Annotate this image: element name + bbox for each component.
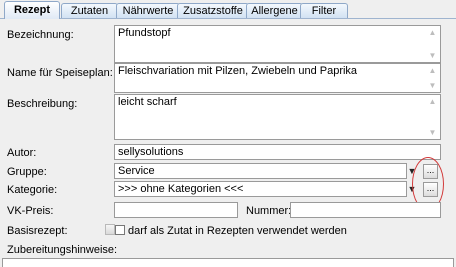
tab-allergene[interactable]: Allergene: [246, 3, 303, 19]
vkpreis-label: VK-Preis:: [7, 205, 54, 217]
bezeichnung-label: Bezeichnung:: [7, 29, 74, 41]
scroll-down-icon[interactable]: ▼: [428, 128, 437, 137]
speiseplan-label: Name für Speiseplan:: [7, 67, 113, 79]
beschreibung-field[interactable]: leicht scharf ▲ ▼: [114, 94, 441, 140]
kategorie-label: Kategorie:: [7, 184, 58, 196]
toggle-icon[interactable]: [105, 224, 115, 235]
basisrezept-checkbox[interactable]: [115, 225, 125, 235]
bezeichnung-field[interactable]: Pfundstopf ▲ ▼: [114, 25, 441, 63]
beschreibung-scrollbar[interactable]: ▲ ▼: [425, 95, 440, 139]
nummer-label: Nummer:: [246, 205, 292, 217]
basisrezept-label: Basisrezept:: [7, 225, 68, 237]
zubereitung-field[interactable]: [2, 258, 454, 267]
scroll-down-icon[interactable]: ▼: [428, 81, 437, 90]
speiseplan-field[interactable]: Fleischvariation mit Pilzen, Zwiebeln un…: [114, 63, 441, 93]
bezeichnung-scrollbar[interactable]: ▲ ▼: [425, 26, 440, 62]
tab-zusatzstoffe[interactable]: Zusatzstoffe: [177, 3, 249, 19]
zubereitung-label: Zubereitungshinweise:: [7, 244, 118, 256]
tab-naehrwerte[interactable]: Nährwerte: [116, 3, 180, 19]
scroll-down-icon[interactable]: ▼: [428, 51, 437, 60]
speiseplan-value: Fleischvariation mit Pilzen, Zwiebeln un…: [118, 65, 358, 77]
autor-field[interactable]: sellysolutions: [114, 144, 441, 160]
scroll-up-icon[interactable]: ▲: [428, 97, 437, 106]
tab-filter[interactable]: Filter: [300, 3, 348, 19]
kategorie-select[interactable]: >>> ohne Kategorien <<<: [114, 181, 407, 197]
nummer-field[interactable]: [290, 202, 441, 218]
gruppe-select[interactable]: Service: [114, 163, 407, 179]
tab-rezept[interactable]: Rezept: [4, 1, 60, 19]
vkpreis-field[interactable]: [114, 202, 238, 218]
gruppe-label: Gruppe:: [7, 166, 47, 178]
speiseplan-scrollbar[interactable]: ▲ ▼: [425, 64, 440, 92]
scroll-up-icon[interactable]: ▲: [428, 66, 437, 75]
scroll-up-icon[interactable]: ▲: [428, 28, 437, 37]
beschreibung-label: Beschreibung:: [7, 98, 78, 110]
autor-label: Autor:: [7, 147, 37, 159]
beschreibung-value: leicht scharf: [118, 96, 177, 108]
bezeichnung-value: Pfundstopf: [118, 27, 171, 39]
tab-zutaten[interactable]: Zutaten: [61, 3, 118, 19]
basisrezept-checkbox-label[interactable]: darf als Zutat in Rezepten verwendet wer…: [128, 225, 347, 237]
tab-bar: Rezept Zutaten Nährwerte Zusatzstoffe Al…: [0, 0, 456, 20]
